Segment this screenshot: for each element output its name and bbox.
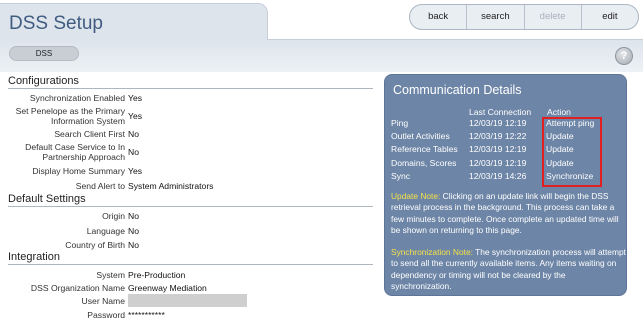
integration-value: Pre-Production [128, 270, 186, 280]
config-value: Yes [128, 166, 143, 176]
config-value: No [128, 147, 139, 157]
integration-label: DSS Organization Name [30, 283, 125, 293]
user-name-field [128, 294, 247, 307]
integration-heading: Integration [8, 251, 60, 263]
last-connection-header: Last Connection [469, 107, 532, 117]
config-label: Display Home Summary [32, 166, 125, 176]
page-title: DSS Setup [9, 13, 103, 34]
comm-name: Outlet Activities [391, 131, 450, 141]
config-value: Yes [128, 93, 143, 103]
default-value: No [128, 211, 139, 221]
comm-name: Domains, Scores [391, 158, 457, 168]
config-value: System Administrators [128, 181, 214, 191]
help-icon[interactable]: ? [615, 47, 633, 65]
config-value: No [128, 129, 139, 139]
integration-label: Password [87, 310, 125, 320]
integration-label: User Name [81, 296, 125, 306]
breadcrumb-dss[interactable]: DSS [9, 46, 79, 61]
integration-value: Greenway Mediation [128, 283, 207, 293]
update-note-key: Update Note: [391, 191, 441, 201]
default-label: Origin [102, 211, 125, 221]
config-label: Search Client First [54, 129, 125, 139]
section-divider [8, 206, 373, 207]
action-button-bar: back search delete edit [409, 4, 639, 30]
default-label: Country of Birth [65, 240, 125, 250]
comm-name: Reference Tables [391, 144, 458, 154]
comm-last: 12/03/19 14:26 [469, 171, 527, 181]
sync-note-key: Synchronization Note: [391, 247, 473, 257]
comm-last: 12/03/19 12:19 [469, 144, 527, 154]
search-button[interactable]: search [467, 5, 525, 29]
communication-details-panel: Communication Details Last Connection Ac… [384, 74, 627, 296]
comm-name: Sync [391, 171, 411, 181]
comm-name: Ping [391, 118, 409, 128]
config-label: Default Case Service to In Partnership A… [25, 142, 125, 162]
edit-button[interactable]: edit [582, 5, 638, 29]
default-value: No [128, 240, 139, 250]
back-button[interactable]: back [410, 5, 468, 29]
section-divider [8, 264, 373, 265]
integration-label: System [96, 270, 125, 280]
communication-title: Communication Details [393, 83, 522, 97]
delete-button: delete [525, 5, 582, 29]
header-bar [0, 39, 643, 72]
config-label: Send Alert to [75, 181, 125, 191]
configurations-heading: Configurations [8, 75, 79, 87]
config-label: Synchronization Enabled [29, 93, 125, 103]
comm-last: 12/03/19 12:22 [469, 131, 527, 141]
password-value: *********** [128, 310, 165, 320]
section-divider [8, 88, 373, 89]
action-header: Action [547, 107, 571, 117]
update-note: Update Note: Clicking on an update link … [391, 191, 626, 236]
default-settings-heading: Default Settings [8, 193, 86, 205]
sync-note: Synchronization Note: The synchronizatio… [391, 247, 626, 292]
comm-last: 12/03/19 12:19 [469, 118, 527, 128]
title-tab: DSS Setup [0, 3, 268, 40]
default-label: Language [86, 226, 125, 236]
highlight-box [542, 117, 602, 187]
default-value: No [128, 226, 139, 236]
config-value: Yes [128, 111, 143, 121]
comm-last: 12/03/19 12:19 [469, 158, 527, 168]
config-label: Set Penelope as the Primary Information … [15, 106, 125, 126]
